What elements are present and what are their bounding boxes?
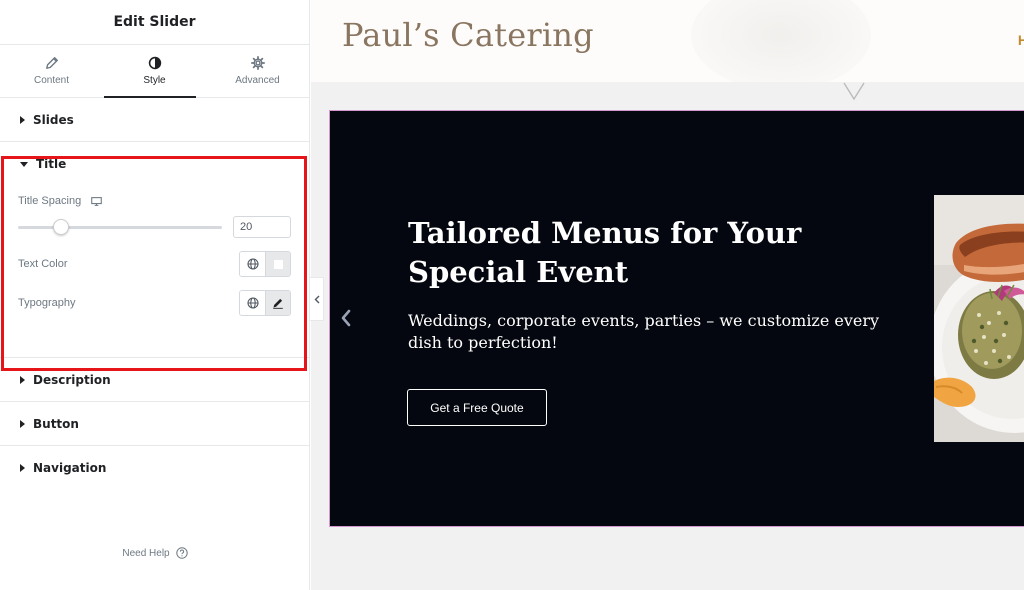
- typography-label: Typography: [18, 297, 76, 309]
- panel-tabs: Content Style Advanced: [0, 45, 309, 98]
- title-spacing-label-row: Title Spacing: [18, 195, 102, 207]
- text-color-label: Text Color: [18, 258, 68, 270]
- caret-right-icon: [20, 375, 25, 384]
- text-color-row: Text Color: [18, 251, 291, 277]
- caret-right-icon: [20, 464, 25, 472]
- preview-canvas: Paul’s Catering H Tailored Menus for You…: [311, 0, 1024, 590]
- slide-description: Weddings, corporate events, parties – we…: [408, 311, 880, 352]
- title-spacing-slider-row: [18, 216, 291, 238]
- title-spacing-track[interactable]: [18, 226, 222, 229]
- typography-edit-button[interactable]: [265, 291, 290, 315]
- section-navigation-label: Navigation: [33, 461, 107, 475]
- salmon-dish-image: [934, 195, 1024, 442]
- site-header: Paul’s Catering H: [311, 0, 1024, 82]
- site-logo[interactable]: Paul’s Catering: [342, 16, 594, 54]
- need-help-label: Need Help: [122, 547, 170, 559]
- half-circle-icon: [148, 56, 161, 70]
- hero-slider: Tailored Menus for Your Special Event We…: [329, 110, 1024, 527]
- slide-title: Tailored Menus for Your Special Event: [408, 216, 802, 289]
- pencil-icon: [45, 57, 58, 69]
- gear-icon: [250, 56, 265, 70]
- nav-menu-item[interactable]: H: [1018, 32, 1024, 48]
- section-description-label: Description: [33, 372, 111, 387]
- title-spacing-input[interactable]: [233, 216, 291, 238]
- tab-advanced-label: Advanced: [235, 75, 280, 86]
- caret-right-icon: [20, 419, 25, 428]
- typography-global-button[interactable]: [240, 291, 265, 315]
- section-description[interactable]: Description: [0, 358, 309, 402]
- caret-down-icon: [20, 161, 28, 167]
- panel-title: Edit Slider: [113, 14, 196, 30]
- tab-content-label: Content: [33, 75, 70, 86]
- title-spacing-label: Title Spacing: [18, 195, 82, 207]
- pencil-icon: [273, 298, 283, 309]
- text-color-controls: [239, 251, 291, 277]
- caret-right-icon: [20, 115, 25, 124]
- section-slides-label: Slides: [33, 112, 74, 127]
- title-spacing-handle[interactable]: [52, 219, 69, 235]
- question-icon: [175, 547, 188, 559]
- panel-collapse-handle[interactable]: [310, 277, 324, 321]
- chevron-left-icon: [314, 295, 319, 303]
- section-navigation[interactable]: Navigation: [0, 446, 309, 490]
- need-help-link[interactable]: Need Help: [0, 547, 310, 559]
- section-title-label: Title: [36, 157, 67, 171]
- typography-controls: [239, 290, 291, 316]
- globe-icon: [246, 297, 259, 309]
- section-button[interactable]: Button: [0, 402, 309, 446]
- chevron-left-icon[interactable]: [340, 309, 352, 327]
- typography-row: Typography: [18, 290, 291, 316]
- text-color-global-button[interactable]: [240, 252, 265, 276]
- section-button-label: Button: [33, 416, 79, 431]
- color-swatch: [272, 258, 284, 270]
- tab-advanced[interactable]: Advanced: [206, 45, 309, 97]
- globe-icon: [246, 258, 259, 270]
- panel-header: Edit Slider: [0, 0, 309, 45]
- tab-content[interactable]: Content: [0, 45, 103, 97]
- tab-style-label: Style: [143, 75, 166, 86]
- get-quote-button[interactable]: Get a Free Quote: [407, 389, 547, 426]
- section-slides[interactable]: Slides: [0, 98, 309, 142]
- tab-style[interactable]: Style: [103, 45, 206, 97]
- editor-panel: Edit Slider Content Style Advanced Slide…: [0, 0, 310, 590]
- text-color-picker-button[interactable]: [265, 252, 290, 276]
- desktop-icon[interactable]: [91, 196, 102, 206]
- section-title-body: Title Title Spacing Text Color Typogra: [0, 142, 309, 358]
- section-title[interactable]: Title: [0, 142, 309, 186]
- chevron-down-icon: [843, 82, 865, 101]
